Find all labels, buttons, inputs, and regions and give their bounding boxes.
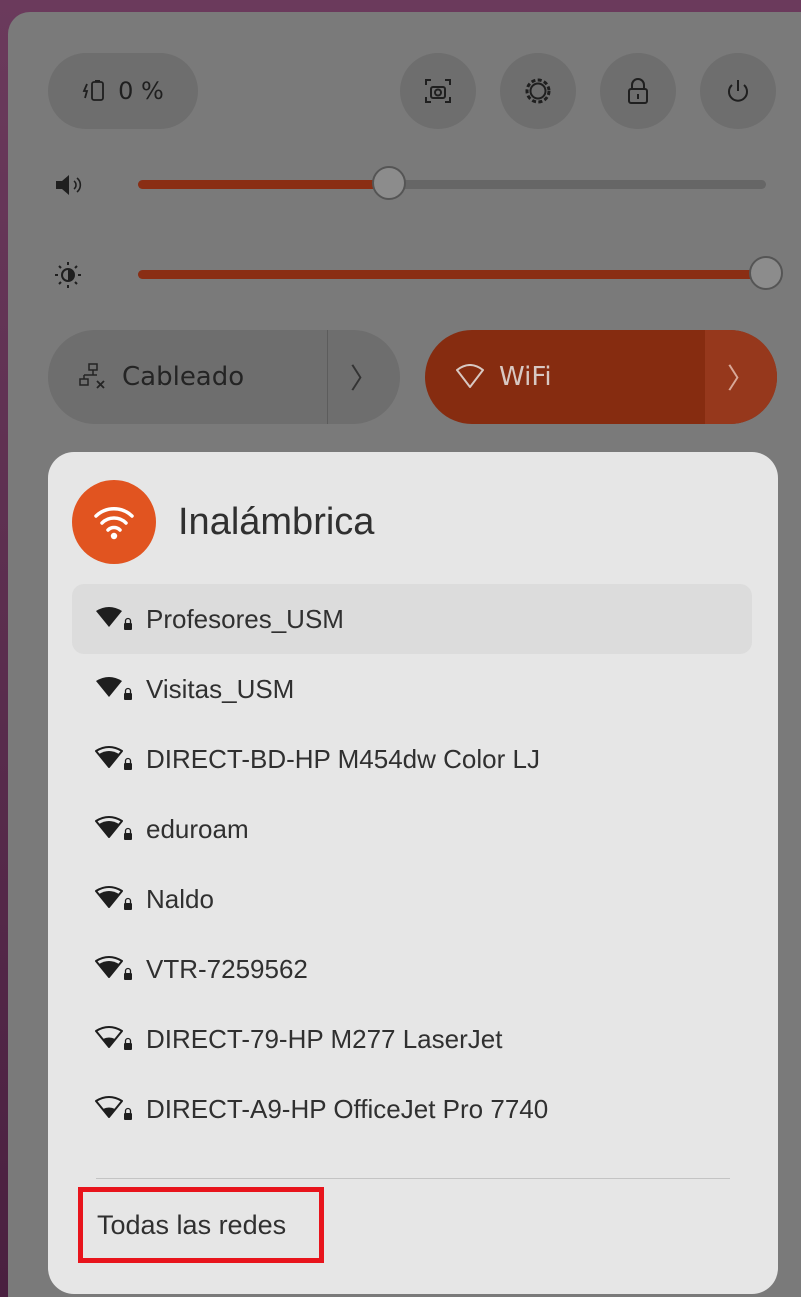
network-name: Naldo bbox=[146, 883, 214, 914]
wifi-signal-icon bbox=[95, 746, 132, 770]
network-item[interactable]: DIRECT-A9-HP OfficeJet Pro 7740 bbox=[72, 1074, 752, 1144]
all-networks-label: Todas las redes bbox=[97, 1209, 287, 1240]
wired-network-disconnected-icon bbox=[79, 363, 105, 389]
menu-divider bbox=[96, 1178, 730, 1179]
network-item[interactable]: DIRECT-79-HP M277 LaserJet bbox=[72, 1004, 752, 1074]
wifi-signal-icon bbox=[95, 1026, 132, 1050]
brightness-slider-fill bbox=[138, 270, 766, 279]
network-name: DIRECT-BD-HP M454dw Color LJ bbox=[146, 743, 540, 774]
network-name: Profesores_USM bbox=[146, 603, 344, 634]
network-item[interactable]: VTR-7259562 bbox=[72, 934, 752, 1004]
lock-icon bbox=[628, 78, 648, 104]
network-name: Visitas_USM bbox=[146, 673, 295, 704]
screenshot-icon bbox=[425, 79, 451, 103]
network-item[interactable]: eduroam bbox=[72, 794, 752, 864]
quick-settings-panel: 0 % Cableado 〉 WiFi 〉 Inalámbrica Profes… bbox=[8, 12, 801, 1297]
wireless-header: Inalámbrica bbox=[72, 480, 374, 564]
network-list: Profesores_USM Visitas_USM DIRECT-BD-HP M4… bbox=[72, 584, 752, 1144]
brightness-slider[interactable] bbox=[138, 256, 783, 290]
volume-slider-fill bbox=[138, 180, 390, 189]
power-button[interactable] bbox=[700, 53, 776, 129]
wifi-toggle: WiFi 〉 bbox=[425, 330, 777, 424]
wifi-toggle-label: WiFi bbox=[499, 362, 552, 392]
wired-toggle: Cableado 〉 bbox=[48, 330, 400, 424]
wifi-signal-icon bbox=[95, 1096, 132, 1120]
settings-button[interactable] bbox=[500, 53, 576, 129]
battery-charging-icon bbox=[82, 80, 105, 101]
network-name: VTR-7259562 bbox=[146, 953, 308, 984]
brightness-slider-row bbox=[54, 253, 783, 297]
screenshot-button[interactable] bbox=[400, 53, 476, 129]
network-name: DIRECT-A9-HP OfficeJet Pro 7740 bbox=[146, 1093, 549, 1124]
network-item[interactable]: Profesores_USM bbox=[72, 584, 752, 654]
wifi-toggle-button[interactable]: WiFi bbox=[425, 330, 705, 424]
battery-indicator[interactable]: 0 % bbox=[48, 53, 198, 129]
network-name: eduroam bbox=[146, 813, 249, 844]
wireless-title: Inalámbrica bbox=[178, 500, 375, 543]
brightness-icon bbox=[55, 262, 81, 288]
speaker-icon bbox=[56, 175, 82, 195]
wifi-signal-icon bbox=[95, 886, 132, 910]
wifi-outline-icon bbox=[456, 364, 484, 388]
volume-slider-row bbox=[54, 163, 770, 207]
wifi-signal-icon bbox=[96, 607, 132, 630]
gear-icon bbox=[525, 78, 551, 104]
wired-toggle-button[interactable]: Cableado bbox=[48, 330, 327, 424]
network-item[interactable]: Naldo bbox=[72, 864, 752, 934]
power-icon bbox=[728, 80, 748, 102]
wifi-signal-icon bbox=[96, 677, 132, 700]
lock-button[interactable] bbox=[600, 53, 676, 129]
wifi-signal-icon bbox=[95, 956, 132, 980]
volume-slider-handle[interactable] bbox=[372, 166, 407, 200]
brightness-slider-handle[interactable] bbox=[749, 256, 783, 290]
wifi-icon bbox=[72, 480, 156, 564]
wifi-menu-arrow[interactable]: 〉 bbox=[705, 330, 777, 424]
network-item[interactable]: Visitas_USM bbox=[72, 654, 752, 724]
battery-label: 0 % bbox=[118, 77, 164, 105]
all-networks-button[interactable]: Todas las redes bbox=[78, 1187, 324, 1263]
network-item[interactable]: DIRECT-BD-HP M454dw Color LJ bbox=[72, 724, 752, 794]
wired-toggle-label: Cableado bbox=[122, 362, 245, 392]
volume-slider[interactable] bbox=[138, 166, 766, 200]
wireless-submenu: Inalámbrica Profesores_USM Visitas_USM DIR… bbox=[48, 452, 778, 1294]
wifi-signal-icon bbox=[95, 816, 132, 840]
network-name: DIRECT-79-HP M277 LaserJet bbox=[146, 1023, 503, 1054]
wired-menu-arrow[interactable]: 〉 bbox=[327, 330, 400, 424]
